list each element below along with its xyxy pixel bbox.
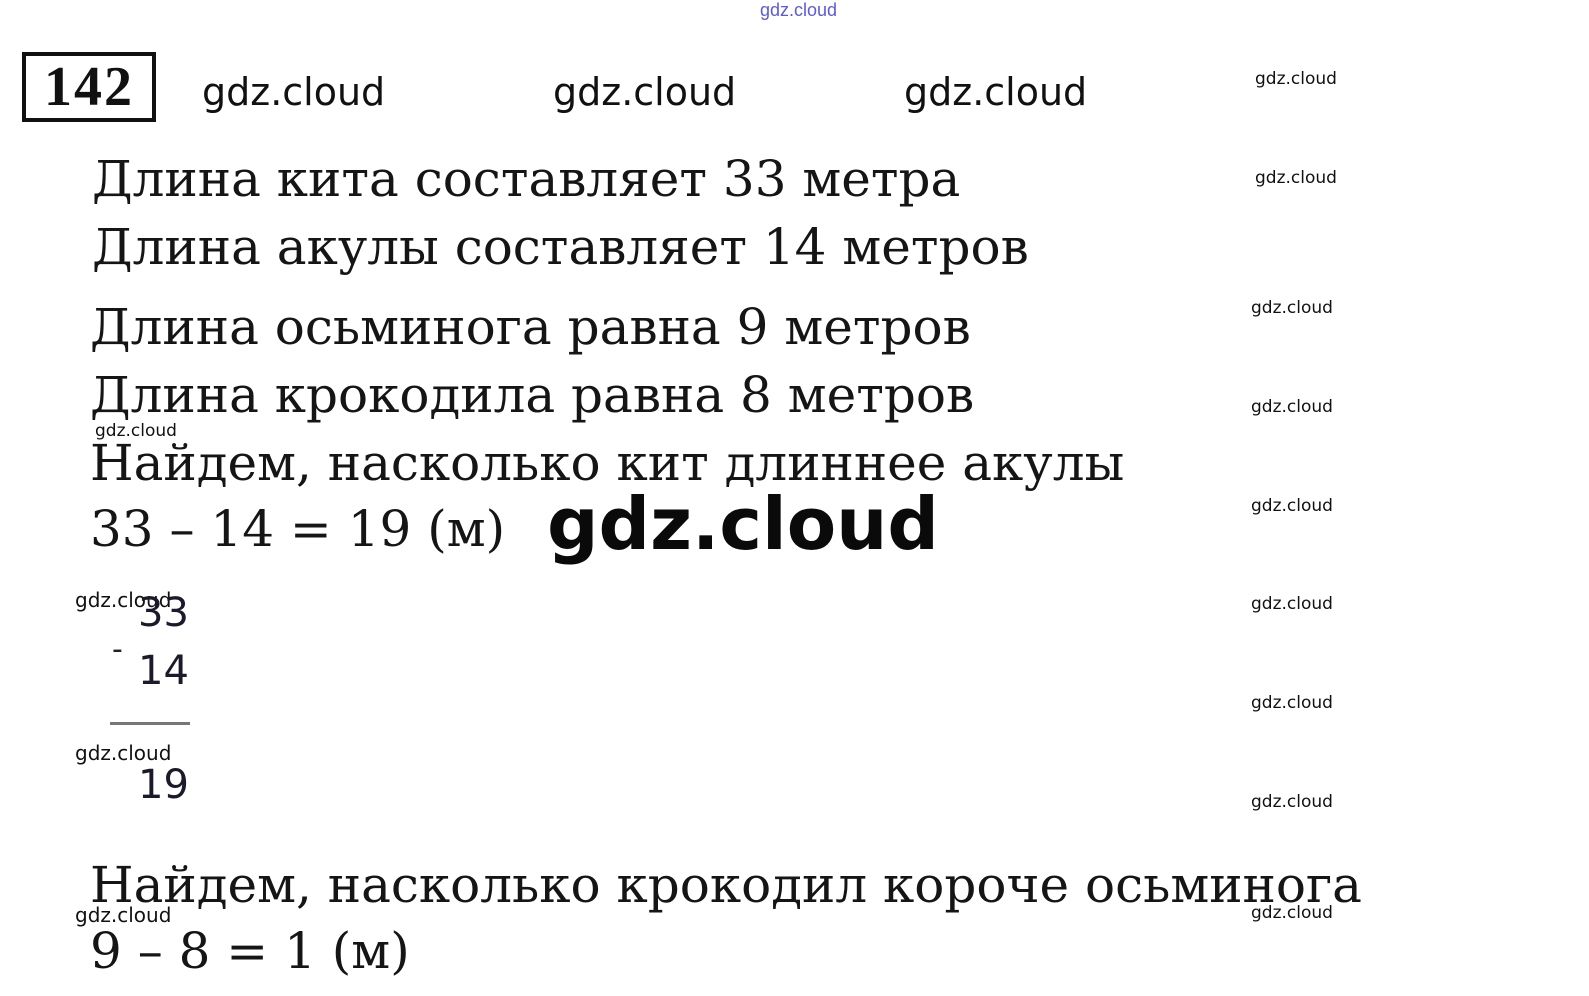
side-watermark-1: gdz.cloud — [1255, 69, 1337, 89]
large-watermark: gdz.cloud — [547, 482, 939, 566]
equation-1: 33 – 14 = 19 (м) — [90, 500, 506, 558]
side-watermark-6: gdz.cloud — [1251, 594, 1333, 614]
column-rule — [110, 722, 190, 725]
text-line-shark-length: Длина акулы составляет 14 метров — [92, 218, 1029, 276]
header-watermark-2: gdz.cloud — [553, 70, 737, 114]
text-line-crocodile-length: Длина крокодила равна 8 метров — [90, 366, 975, 424]
side-watermark-3: gdz.cloud — [1251, 298, 1333, 318]
task-number-box: 142 — [22, 52, 156, 122]
equation-2: 9 – 8 = 1 (м) — [90, 922, 410, 980]
column-result: 19 — [138, 762, 189, 808]
column-minus-sign: - — [112, 632, 123, 667]
side-watermark-4: gdz.cloud — [1251, 397, 1333, 417]
column-subtrahend: 14 — [138, 648, 189, 694]
side-watermark-2: gdz.cloud — [1255, 168, 1337, 188]
side-watermark-8: gdz.cloud — [1251, 792, 1333, 812]
side-watermark-7: gdz.cloud — [1251, 693, 1333, 713]
text-line-whale-length: Длина кита составляет 33 метра — [92, 150, 961, 208]
column-minuend: 33 — [138, 590, 189, 636]
header-watermark-1: gdz.cloud — [202, 70, 386, 114]
text-line-octopus-length: Длина осьминога равна 9 метров — [90, 298, 971, 356]
text-line-question-2: Найдем, насколько крокодил короче осьмин… — [90, 856, 1362, 914]
top-watermark: gdz.cloud — [760, 0, 838, 20]
side-watermark-5: gdz.cloud — [1251, 496, 1333, 516]
header-watermark-3: gdz.cloud — [904, 70, 1088, 114]
task-number: 142 — [44, 56, 134, 118]
